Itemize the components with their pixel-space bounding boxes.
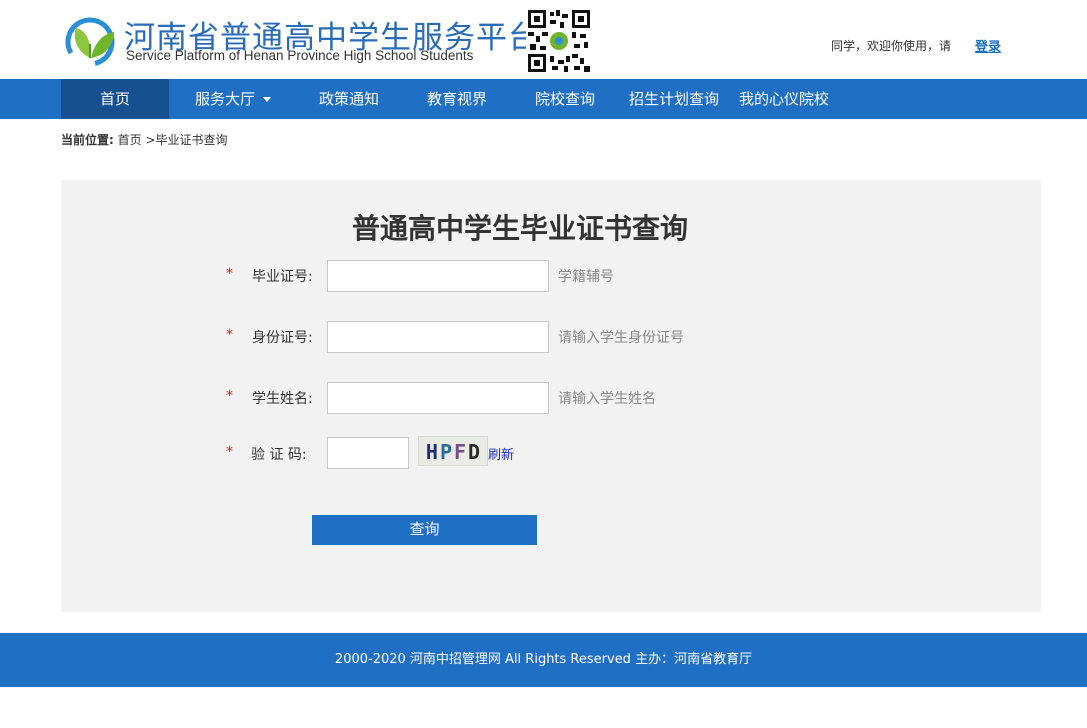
greeting-text: 同学，欢迎你使用，请	[831, 39, 952, 53]
breadcrumb-label: 当前位置:	[61, 133, 114, 147]
required-mark: *	[226, 388, 233, 404]
id-number-hint: 请输入学生身份证号	[558, 330, 684, 346]
nav-item-education-vision[interactable]: 教育视界	[403, 79, 511, 119]
captcha-label: 验 证 码:	[251, 447, 307, 463]
nav-item-policy[interactable]: 政策通知	[295, 79, 403, 119]
main-nav: 首页 服务大厅 政策通知 教育视界 院校查询 招生计划查询 我的心仪院校	[0, 79, 1087, 119]
nav-item-enrollment-plan[interactable]: 招生计划查询	[620, 79, 728, 119]
qr-code-icon	[526, 8, 592, 74]
required-mark: *	[226, 444, 233, 460]
required-mark: *	[226, 327, 233, 343]
chevron-down-icon	[263, 97, 271, 102]
login-link[interactable]: 登录	[975, 36, 1001, 55]
nav-item-label: 院校查询	[534, 90, 595, 108]
certificate-number-hint: 学籍辅号	[558, 269, 614, 285]
student-name-label: 学生姓名:	[252, 391, 313, 407]
captcha-image[interactable]: HPFD	[418, 436, 488, 466]
nav-item-home[interactable]: 首页	[61, 79, 169, 119]
logo-icon	[65, 17, 115, 66]
breadcrumb-home-link[interactable]: 首页	[118, 133, 142, 147]
nav-item-label: 政策通知	[318, 90, 379, 108]
site-subtitle: Service Platform of Henan Province High …	[126, 48, 474, 63]
certificate-number-label: 毕业证号:	[252, 269, 313, 285]
captcha-input[interactable]	[327, 437, 409, 469]
site-footer: 2000-2020 河南中招管理网 All Rights Reserved 主办…	[0, 633, 1087, 687]
nav-item-label: 招生计划查询	[628, 90, 719, 108]
nav-item-school-search[interactable]: 院校查询	[511, 79, 619, 119]
required-mark: *	[226, 266, 233, 282]
id-number-input[interactable]	[327, 321, 549, 353]
footer-text: 2000-2020 河南中招管理网 All Rights Reserved 主办…	[334, 652, 753, 667]
breadcrumb-separator: >	[145, 133, 156, 147]
nav-item-label: 首页	[99, 90, 130, 108]
query-button[interactable]: 查询	[312, 515, 537, 545]
id-number-label: 身份证号:	[252, 330, 313, 346]
nav-item-label: 我的心仪院校	[738, 90, 829, 108]
breadcrumb-current: 毕业证书查询	[155, 133, 228, 147]
student-name-hint: 请输入学生姓名	[558, 391, 656, 407]
nav-item-label: 教育视界	[426, 90, 487, 108]
captcha-text: HPFD	[425, 440, 483, 464]
student-name-input[interactable]	[327, 382, 549, 414]
captcha-refresh-link[interactable]: 刷新	[488, 444, 514, 463]
nav-item-label: 服务大厅	[194, 90, 255, 108]
form-title: 普通高中学生毕业证书查询	[351, 212, 688, 245]
nav-item-favorite-schools[interactable]: 我的心仪院校	[730, 79, 838, 119]
breadcrumb: 当前位置: 首页 >毕业证书查询	[61, 131, 228, 148]
nav-item-service-hall[interactable]: 服务大厅	[179, 79, 287, 119]
certificate-number-input[interactable]	[327, 260, 549, 292]
site-header: 河南省普通高中学生服务平台 Service Platform of Henan …	[0, 0, 1087, 79]
